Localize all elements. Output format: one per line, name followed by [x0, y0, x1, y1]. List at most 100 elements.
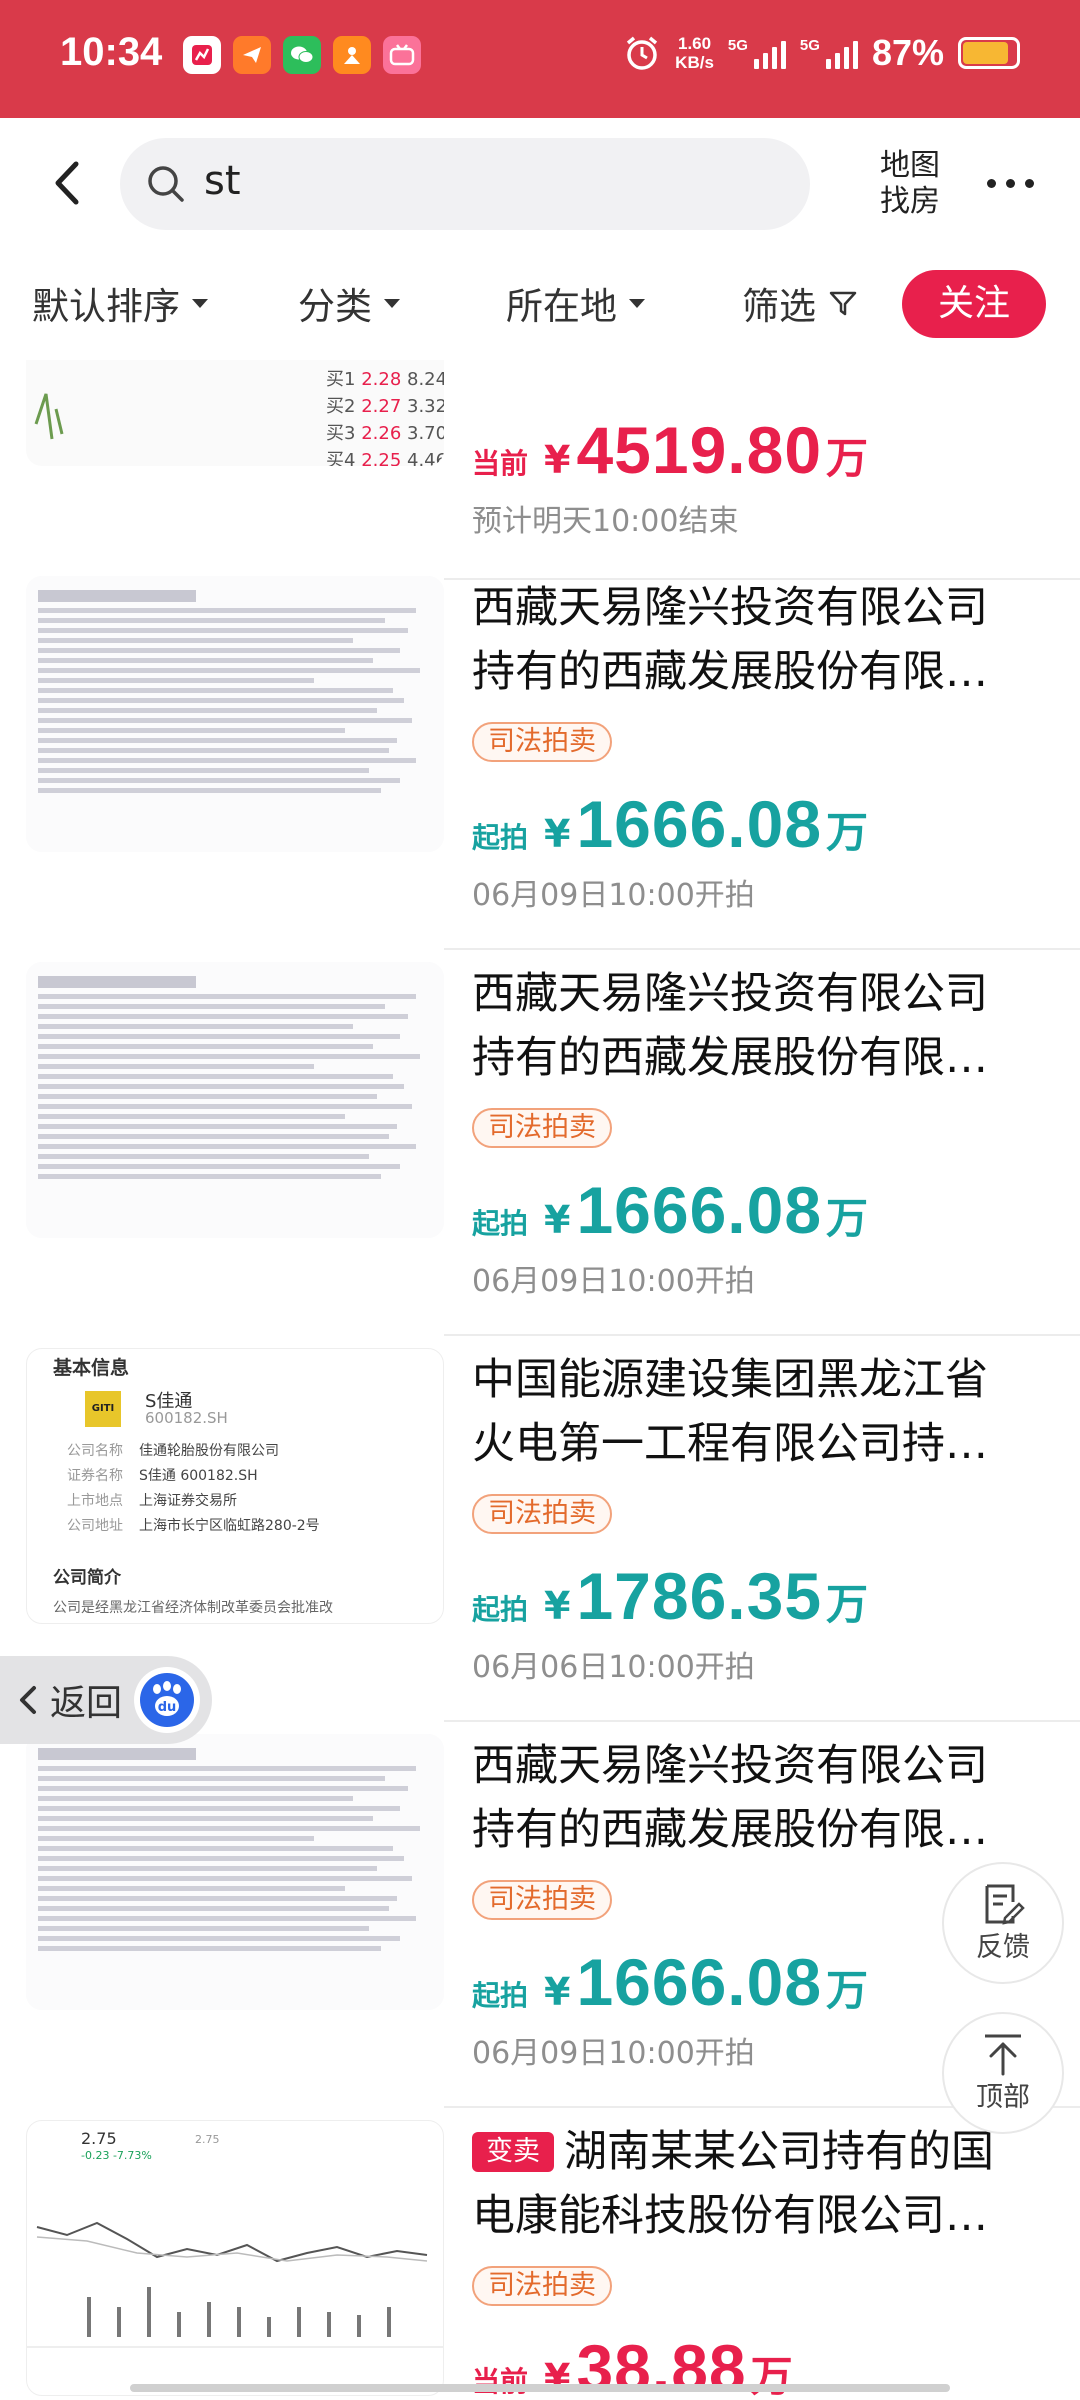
network-speed-unit: KB/s [675, 53, 714, 72]
price-label: 起拍 [472, 1593, 529, 1626]
stock-app-icon [183, 36, 221, 74]
listing-title-line1: 湖南某某公司持有的国 [564, 2127, 994, 2177]
signal-1-icon: 5G [728, 37, 786, 69]
wechat-icon [283, 36, 321, 74]
location-dropdown[interactable]: 所在地 [506, 276, 645, 330]
listing-title-line2: 持有的西藏发展股份有限… [472, 647, 988, 697]
chevron-left-icon [20, 1686, 36, 1714]
location-label: 所在地 [506, 285, 617, 328]
search-query[interactable]: st [204, 158, 241, 204]
list-item[interactable]: 西藏天易隆兴投资有限公司 持有的西藏发展股份有限… 司法拍卖 起拍 ¥ 1666… [0, 576, 1080, 962]
price-value: 1666.08 [576, 787, 823, 861]
chart-thumb-price: 2.75 [81, 2129, 117, 2148]
list-item[interactable]: 西藏天易隆兴投资有限公司 持有的西藏发展股份有限… 司法拍卖 起拍 ¥ 1666… [0, 962, 1080, 1348]
battery-percent: 87% [871, 32, 944, 73]
food-app-icon [333, 36, 371, 74]
floating-back-label: 返回 [50, 1683, 123, 1724]
network-speed: 1.60 KB/s [675, 34, 714, 72]
battery-icon [958, 37, 1020, 69]
listing-title-line2: 火电第一工程有限公司持… [472, 1419, 988, 1469]
auction-time: 06月09日10:00开拍 [472, 1264, 755, 1299]
category-label: 分类 [298, 285, 372, 328]
listing-title-line2: 持有的西藏发展股份有限… [472, 1033, 988, 1083]
price-label: 当前 [472, 2365, 529, 2398]
price-unit: 万 [826, 1194, 869, 1243]
auction-type-tag: 司法拍卖 [472, 1108, 612, 1148]
map-search-button[interactable]: 地图 找房 [870, 148, 950, 220]
currency-symbol: ¥ [544, 2356, 571, 2400]
listing-title[interactable]: 中国能源建设集团黑龙江省 火电第一工程有限公司持… [472, 1348, 1052, 1476]
orderbook-thumbnail: 买1 2.28 8.247 买2 2.27 3.32万 买3 2.26 3.70… [26, 360, 444, 466]
listing-title-line2: 持有的西藏发展股份有限… [472, 1805, 988, 1855]
listing-title[interactable]: 西藏天易隆兴投资有限公司 持有的西藏发展股份有限… [472, 962, 1052, 1090]
top-label: 顶部 [976, 2082, 1030, 2113]
list-item[interactable]: 西藏天易隆兴投资有限公司 持有的西藏发展股份有限… 司法拍卖 起拍 ¥ 1666… [0, 1734, 1080, 2120]
auction-type-tag: 司法拍卖 [472, 1880, 612, 1920]
stock-chart-icon [27, 2221, 443, 2348]
more-icon[interactable] [980, 168, 1040, 198]
auction-type-tag: 司法拍卖 [472, 1494, 612, 1534]
sort-dropdown[interactable]: 默认排序 [32, 276, 208, 330]
listing-title-line1: 西藏天易隆兴投资有限公司 [472, 969, 988, 1019]
price-value: 1666.08 [576, 1173, 823, 1247]
auction-time: 06月09日10:00开拍 [472, 2036, 755, 2071]
filter-button[interactable]: 筛选 [742, 276, 858, 330]
auction-time: 预计明天10:00结束 [472, 504, 739, 539]
price-row: 起拍 ¥ 1666.08 万 [472, 1944, 868, 2020]
map-label-line1: 地图 [880, 148, 940, 183]
send-app-icon [233, 36, 271, 74]
document-thumbnail [26, 962, 444, 1238]
price-value: 1786.35 [576, 1559, 823, 1633]
currency-symbol: ¥ [544, 1198, 571, 1242]
follow-button[interactable]: 关注 [902, 270, 1046, 338]
listing-title-line1: 西藏天易隆兴投资有限公司 [472, 1741, 988, 1791]
search-input[interactable]: st [120, 138, 810, 230]
price-row: 起拍 ¥ 1786.35 万 [472, 1558, 868, 1634]
price-label: 当前 [472, 447, 529, 480]
price-unit: 万 [826, 808, 869, 857]
listing-title[interactable]: 西藏天易隆兴投资有限公司 持有的西藏发展股份有限… [472, 1734, 1052, 1862]
listing-title[interactable]: 变卖 湖南某某公司持有的国 电康能科技股份有限公司… [472, 2120, 1052, 2248]
price-unit: 万 [826, 434, 869, 483]
search-header: st 地图 找房 [0, 118, 1080, 248]
svg-text:du: du [158, 1700, 177, 1715]
document-thumbnail [26, 576, 444, 852]
info-stock-code: 600182.SH [145, 1409, 228, 1427]
search-icon [148, 166, 184, 202]
feedback-button[interactable]: 反馈 [942, 1862, 1064, 1984]
auction-time: 06月09日10:00开拍 [472, 878, 755, 913]
floating-back-button[interactable]: 返回 du [0, 1656, 212, 1744]
network-type-2: 5G [799, 37, 820, 54]
listing-title-line1: 西藏天易隆兴投资有限公司 [472, 583, 988, 633]
arrow-up-icon [985, 2034, 1021, 2076]
currency-symbol: ¥ [544, 438, 571, 482]
bilibili-icon [383, 36, 421, 74]
price-unit: 万 [826, 1966, 869, 2015]
status-right: 1.60 KB/s 5G 5G 87% [623, 32, 1020, 74]
auction-list: 买1 2.28 8.247 买2 2.27 3.32万 买3 2.26 3.70… [0, 360, 1080, 2400]
price-value: 1666.08 [576, 1945, 823, 2019]
baidu-paw-icon: du [134, 1667, 200, 1733]
back-to-top-button[interactable]: 顶部 [942, 2012, 1064, 2134]
price-value: 4519.80 [576, 413, 823, 487]
list-item[interactable]: 买1 2.28 8.247 买2 2.27 3.32万 买3 2.26 3.70… [0, 360, 1080, 580]
listing-title-line1: 中国能源建设集团黑龙江省 [472, 1355, 988, 1405]
status-app-icons [183, 36, 421, 74]
category-dropdown[interactable]: 分类 [298, 276, 400, 330]
divider [444, 1334, 1080, 1336]
price-label: 起拍 [472, 1207, 529, 1240]
info-intro-heading: 公司简介 [53, 1568, 121, 1588]
listing-title[interactable]: 西藏天易隆兴投资有限公司 持有的西藏发展股份有限… [472, 576, 1052, 704]
price-unit: 万 [826, 1580, 869, 1629]
list-item[interactable]: 2.75 -0.23 -7.73% 2.75 变卖 湖南某某公司持有的国 电康能科… [0, 2120, 1080, 2400]
info-heading: 基本信息 [53, 1357, 130, 1379]
change-badge: 变卖 [472, 2132, 554, 2172]
auction-time: 06月06日10:00开拍 [472, 1650, 755, 1685]
status-bar: 10:34 1.60 KB/s 5G 5G 87% [0, 0, 1080, 118]
chart-thumb-price-b: 2.75 [195, 2133, 220, 2146]
listing-title-line2: 电康能科技股份有限公司… [472, 2191, 988, 2241]
feedback-icon [985, 1884, 1025, 1925]
auction-type-tag: 司法拍卖 [472, 2266, 612, 2306]
home-indicator[interactable] [130, 2384, 950, 2392]
back-arrow-icon[interactable] [48, 158, 88, 208]
